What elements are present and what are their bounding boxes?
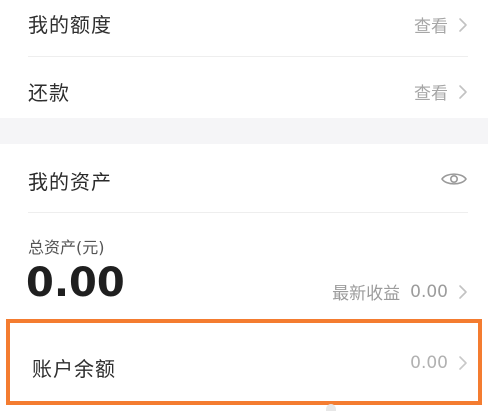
latest-earnings-label: 最新收益: [332, 284, 401, 304]
repay-title: 还款: [28, 81, 70, 105]
account-balance-row[interactable]: 账户余额 0.00: [6, 319, 482, 405]
bottom-indicator: [326, 404, 336, 411]
repay-action[interactable]: 查看: [414, 79, 468, 104]
quota-row[interactable]: 我的额度 查看: [0, 0, 488, 58]
eye-icon[interactable]: [440, 170, 468, 188]
repay-row[interactable]: 还款 查看: [0, 57, 488, 118]
repay-view-label: 查看: [414, 84, 448, 104]
total-assets-label: 总资产(元): [28, 238, 105, 257]
total-assets-value: 0.00: [26, 260, 125, 306]
latest-earnings[interactable]: 最新收益 0.00: [332, 279, 468, 304]
quota-action[interactable]: 查看: [414, 12, 468, 37]
chevron-right-icon: [459, 356, 467, 370]
chevron-right-icon: [459, 17, 467, 32]
chevron-right-icon: [459, 84, 467, 99]
quota-title: 我的额度: [28, 13, 112, 37]
latest-earnings-value: 0.00: [410, 281, 448, 302]
account-balance-action[interactable]: 0.00: [410, 353, 468, 373]
divider: [28, 212, 468, 213]
quota-view-label: 查看: [414, 17, 448, 37]
section-gap: [0, 118, 488, 144]
assets-title: 我的资产: [28, 170, 112, 194]
account-balance-value: 0.00: [410, 353, 448, 373]
chevron-right-icon: [459, 284, 467, 299]
account-balance-title: 账户余额: [32, 357, 116, 381]
